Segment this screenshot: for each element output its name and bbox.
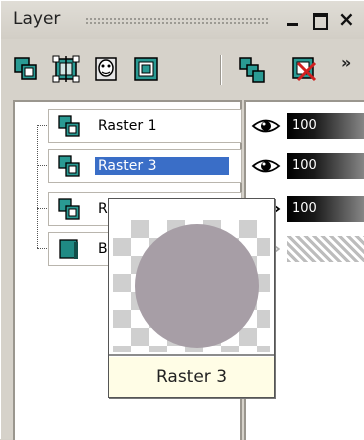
visibility-eye-icon[interactable] <box>251 157 281 175</box>
new-adjustment-layer-icon <box>134 57 158 81</box>
opacity-slider[interactable]: 100 <box>287 153 364 179</box>
duplicate-layer-icon <box>239 57 265 83</box>
drag-grip[interactable] <box>85 17 268 25</box>
opacity-slider[interactable]: 100 <box>287 196 364 222</box>
background-layer-icon <box>57 237 81 261</box>
visibility-eye-icon[interactable] <box>251 117 281 135</box>
layer-props-row: 100 <box>246 149 364 183</box>
new-vector-layer-icon <box>52 55 80 83</box>
title-bar[interactable]: Layer × <box>1 1 364 39</box>
new-raster-layer-icon <box>14 57 37 80</box>
delete-layer-button[interactable] <box>289 54 319 84</box>
toolbar-overflow-button[interactable]: » <box>341 53 351 72</box>
raster-layer-icon <box>57 197 81 221</box>
new-raster-layer-button[interactable] <box>11 54 41 84</box>
layer-row-raster-3[interactable]: Raster 3 <box>48 149 242 183</box>
duplicate-layer-button[interactable] <box>237 54 267 84</box>
maximize-button[interactable] <box>310 6 330 32</box>
tree-connector <box>37 125 38 248</box>
new-adjustment-layer-button[interactable] <box>131 54 161 84</box>
toolbar-separator <box>220 55 222 85</box>
raster-layer-icon <box>57 114 81 138</box>
raster-layer-icon <box>57 154 81 178</box>
new-mask-layer-icon <box>95 57 117 81</box>
window-title: Layer <box>13 9 61 29</box>
tooltip-divider <box>109 354 274 356</box>
layer-palette-window: Layer × » Raster 1 Raster 3 Ra 100 100 1… <box>0 0 364 440</box>
layer-name[interactable]: Raster 1 <box>95 117 160 135</box>
close-button[interactable]: × <box>338 6 358 32</box>
tooltip-caption: Raster 3 <box>109 357 274 397</box>
opacity-slider[interactable]: 100 <box>287 113 364 139</box>
layer-toolbar: » <box>1 45 364 97</box>
new-mask-layer-button[interactable] <box>91 54 121 84</box>
layer-props-row: 100 <box>246 109 364 143</box>
layer-row-raster-1[interactable]: Raster 1 <box>48 109 242 143</box>
minimize-button[interactable] <box>283 6 303 32</box>
thumbnail-circle-shape <box>135 224 259 348</box>
delete-layer-icon <box>292 57 317 82</box>
layer-name-selected[interactable]: Raster 3 <box>95 157 229 175</box>
opacity-slider-disabled[interactable] <box>287 236 364 262</box>
layer-thumbnail-tooltip: Raster 3 <box>108 198 275 398</box>
new-vector-layer-button[interactable] <box>51 54 81 84</box>
layer-thumbnail <box>113 220 270 352</box>
